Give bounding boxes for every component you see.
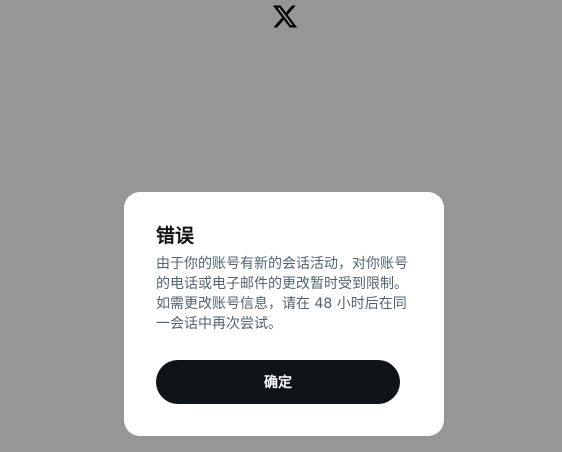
dialog-message: 由于你的账号有新的会话活动，对你账号的电话或电子邮件的更改暂时受到限制。如需更改… [156,256,408,332]
x-logo-icon [270,3,300,30]
confirm-button[interactable]: 确定 [156,360,400,404]
error-dialog: 错误 由于你的账号有新的会话活动，对你账号的电话或电子邮件的更改暂时受到限制。如… [124,192,444,436]
dialog-title: 错误 [156,225,195,247]
